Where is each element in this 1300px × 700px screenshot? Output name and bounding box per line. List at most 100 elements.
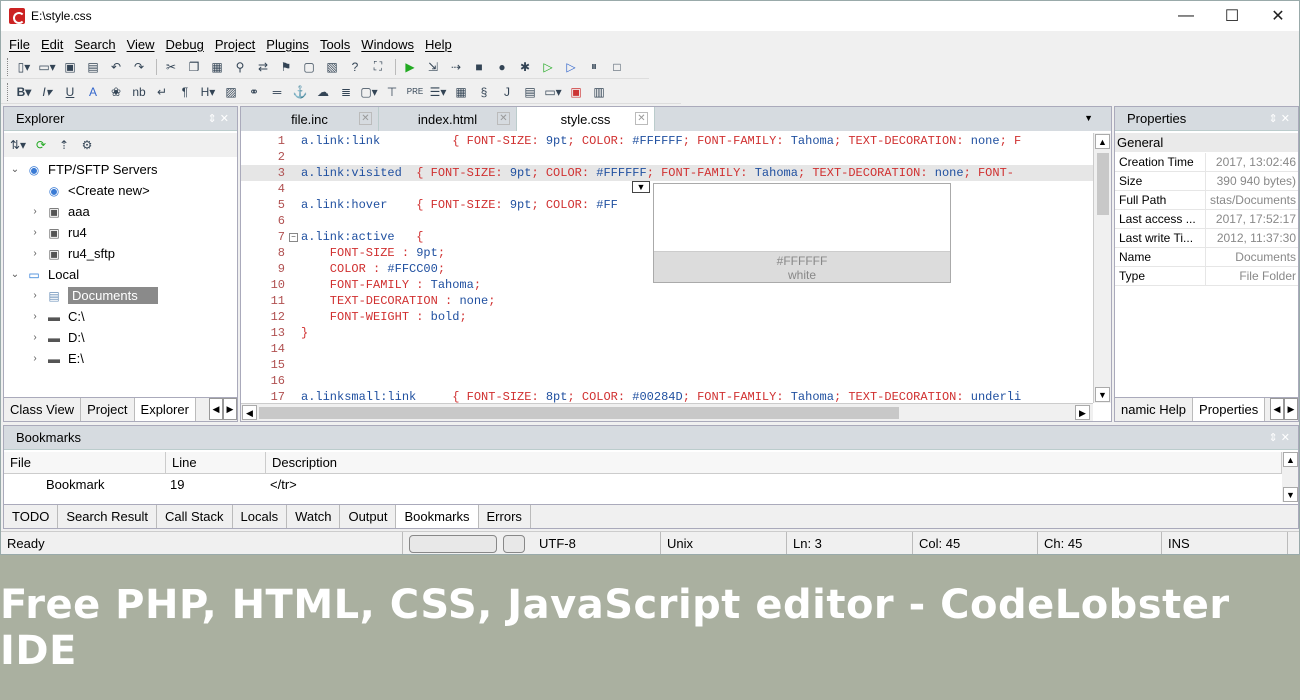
- heading-icon[interactable]: H▾: [198, 83, 218, 101]
- scroll-up-icon[interactable]: ▲: [1283, 452, 1298, 467]
- scroll-thumb[interactable]: [1097, 153, 1109, 215]
- hr-icon[interactable]: ═: [267, 83, 287, 101]
- run-icon[interactable]: ▶: [400, 58, 420, 76]
- bookmarks-scrollbar[interactable]: ▲ ▼: [1282, 452, 1298, 502]
- bookmark-icon[interactable]: ⚑: [276, 58, 296, 76]
- undo-icon[interactable]: ↶: [106, 58, 126, 76]
- menu-debug[interactable]: Debug: [162, 37, 208, 52]
- code-line[interactable]: 2: [241, 149, 1093, 165]
- close-tab-icon[interactable]: ✕: [359, 112, 372, 125]
- panel-controls[interactable]: ⇕ ✕: [1269, 431, 1291, 444]
- form-icon[interactable]: ▤: [520, 83, 540, 101]
- status-encoding[interactable]: UTF-8: [533, 531, 661, 554]
- copy-icon[interactable]: ❐: [184, 58, 204, 76]
- column-file[interactable]: File: [4, 452, 166, 473]
- scroll-right-icon[interactable]: ▶: [1075, 405, 1090, 420]
- paragraph-icon[interactable]: ¶: [175, 83, 195, 101]
- code-line[interactable]: 11 TEXT-DECORATION : none;: [241, 293, 1093, 309]
- menu-search[interactable]: Search: [70, 37, 119, 52]
- link-icon[interactable]: ⚭: [244, 83, 264, 101]
- tree-item[interactable]: › ▬ E:\: [4, 348, 237, 369]
- tab-call-stack[interactable]: Call Stack: [157, 505, 233, 528]
- tree-item[interactable]: › ▬ C:\: [4, 306, 237, 327]
- doc-tab-index-html[interactable]: index.html ✕: [379, 107, 517, 131]
- scroll-down-icon[interactable]: ▼: [1095, 387, 1110, 402]
- scroll-down-icon[interactable]: ▼: [1283, 487, 1298, 502]
- panel-controls[interactable]: ⇕ ✕: [1269, 112, 1291, 125]
- tab-properties[interactable]: Properties: [1193, 398, 1266, 421]
- bold-icon[interactable]: B▾: [14, 83, 34, 101]
- color-picker-icon[interactable]: ❀: [106, 83, 126, 101]
- collapse-chevron-icon[interactable]: ›: [28, 290, 42, 301]
- toolbar-grip[interactable]: [7, 57, 10, 76]
- anchor-icon[interactable]: ⚓: [290, 83, 310, 101]
- menu-view[interactable]: View: [123, 37, 159, 52]
- tab-next-icon[interactable]: ▶: [1284, 398, 1298, 420]
- table-row[interactable]: Bookmark 19 </tr>: [4, 475, 1282, 495]
- fold-toggle-icon[interactable]: −: [289, 233, 298, 242]
- close-button[interactable]: ✕: [1255, 1, 1299, 31]
- input-icon[interactable]: ▭▾: [543, 83, 563, 101]
- menu-help[interactable]: Help: [421, 37, 456, 52]
- property-row[interactable]: Last write Ti... 2012, 11:37:30: [1115, 229, 1298, 248]
- up-folder-icon[interactable]: ⇡: [54, 136, 74, 154]
- javascript-icon[interactable]: J: [497, 83, 517, 101]
- maximize-button[interactable]: ☐: [1209, 1, 1255, 31]
- tree-item[interactable]: ⌄ ◉ FTP/SFTP Servers: [4, 159, 237, 180]
- step-over-icon[interactable]: ⇢: [446, 58, 466, 76]
- tab-prev-icon[interactable]: ◀: [209, 398, 223, 420]
- stop-square-icon[interactable]: □: [607, 58, 627, 76]
- menu-project[interactable]: Project: [211, 37, 259, 52]
- collapse-chevron-icon[interactable]: ›: [28, 248, 42, 259]
- tab-todo[interactable]: TODO: [4, 505, 59, 528]
- collapse-chevron-icon[interactable]: ›: [28, 227, 42, 238]
- find-icon[interactable]: ⚲: [230, 58, 250, 76]
- paste-icon[interactable]: ▦: [207, 58, 227, 76]
- menu-tools[interactable]: Tools: [316, 37, 354, 52]
- horizontal-scrollbar[interactable]: ◀ ▶: [241, 403, 1093, 421]
- help-icon[interactable]: ?: [345, 58, 365, 76]
- property-row[interactable]: Creation Time 2017, 13:02:46: [1115, 153, 1298, 172]
- save-all-icon[interactable]: ▤: [83, 58, 103, 76]
- close-tab-icon[interactable]: ✕: [635, 112, 648, 125]
- tab-list-dropdown-icon[interactable]: ▼: [1084, 107, 1111, 131]
- step-into-icon[interactable]: ⇲: [423, 58, 443, 76]
- property-row[interactable]: Last access ... 2017, 17:52:17: [1115, 210, 1298, 229]
- tag-icon[interactable]: ⊤: [382, 83, 402, 101]
- debug-bug-icon[interactable]: ✱: [515, 58, 535, 76]
- italic-icon[interactable]: I▾: [37, 83, 57, 101]
- vertical-scrollbar[interactable]: ▲ ▼: [1093, 133, 1111, 403]
- save-icon[interactable]: ▣: [60, 58, 80, 76]
- media-icon[interactable]: ▣: [566, 83, 586, 101]
- code-line[interactable]: 1 a.link:link { FONT-SIZE: 9pt; COLOR: #F…: [241, 133, 1093, 149]
- replace-icon[interactable]: ⇄: [253, 58, 273, 76]
- table-icon[interactable]: ▦: [451, 83, 471, 101]
- preview-icon[interactable]: ▧: [322, 58, 342, 76]
- underline-icon[interactable]: U: [60, 83, 80, 101]
- menu-edit[interactable]: Edit: [37, 37, 67, 52]
- tab-next-icon[interactable]: ▶: [223, 398, 237, 420]
- collapse-chevron-icon[interactable]: ›: [28, 311, 42, 322]
- close-tab-icon[interactable]: ✕: [497, 112, 510, 125]
- code-line[interactable]: 12 FONT-WEIGHT : bold;: [241, 309, 1093, 325]
- browser-icon[interactable]: ▢: [299, 58, 319, 76]
- scroll-up-icon[interactable]: ▲: [1095, 134, 1110, 149]
- stop-icon[interactable]: ■: [469, 58, 489, 76]
- tab-output[interactable]: Output: [340, 505, 397, 528]
- color-popup-toggle-icon[interactable]: ▼: [632, 181, 650, 193]
- code-line[interactable]: 13}: [241, 325, 1093, 341]
- css-icon[interactable]: §: [474, 83, 494, 101]
- panel-controls[interactable]: ⇕ ✕: [208, 112, 230, 125]
- nobreak-icon[interactable]: nb: [129, 83, 149, 101]
- doc-tab-file-inc[interactable]: file.inc ✕: [241, 107, 379, 131]
- play-next-icon[interactable]: ▷: [561, 58, 581, 76]
- tree-item[interactable]: ⌄ ▭ Local: [4, 264, 237, 285]
- font-icon[interactable]: A: [83, 83, 103, 101]
- tab-class-view[interactable]: Class View: [4, 398, 82, 421]
- scroll-left-icon[interactable]: ◀: [242, 405, 257, 420]
- tree-item[interactable]: › ▣ aaa: [4, 201, 237, 222]
- menu-plugins[interactable]: Plugins: [262, 37, 313, 52]
- fullscreen-icon[interactable]: ⛶: [368, 58, 388, 76]
- tree-item[interactable]: › ▤ Documents: [4, 285, 237, 306]
- status-line-endings[interactable]: Unix: [661, 531, 787, 554]
